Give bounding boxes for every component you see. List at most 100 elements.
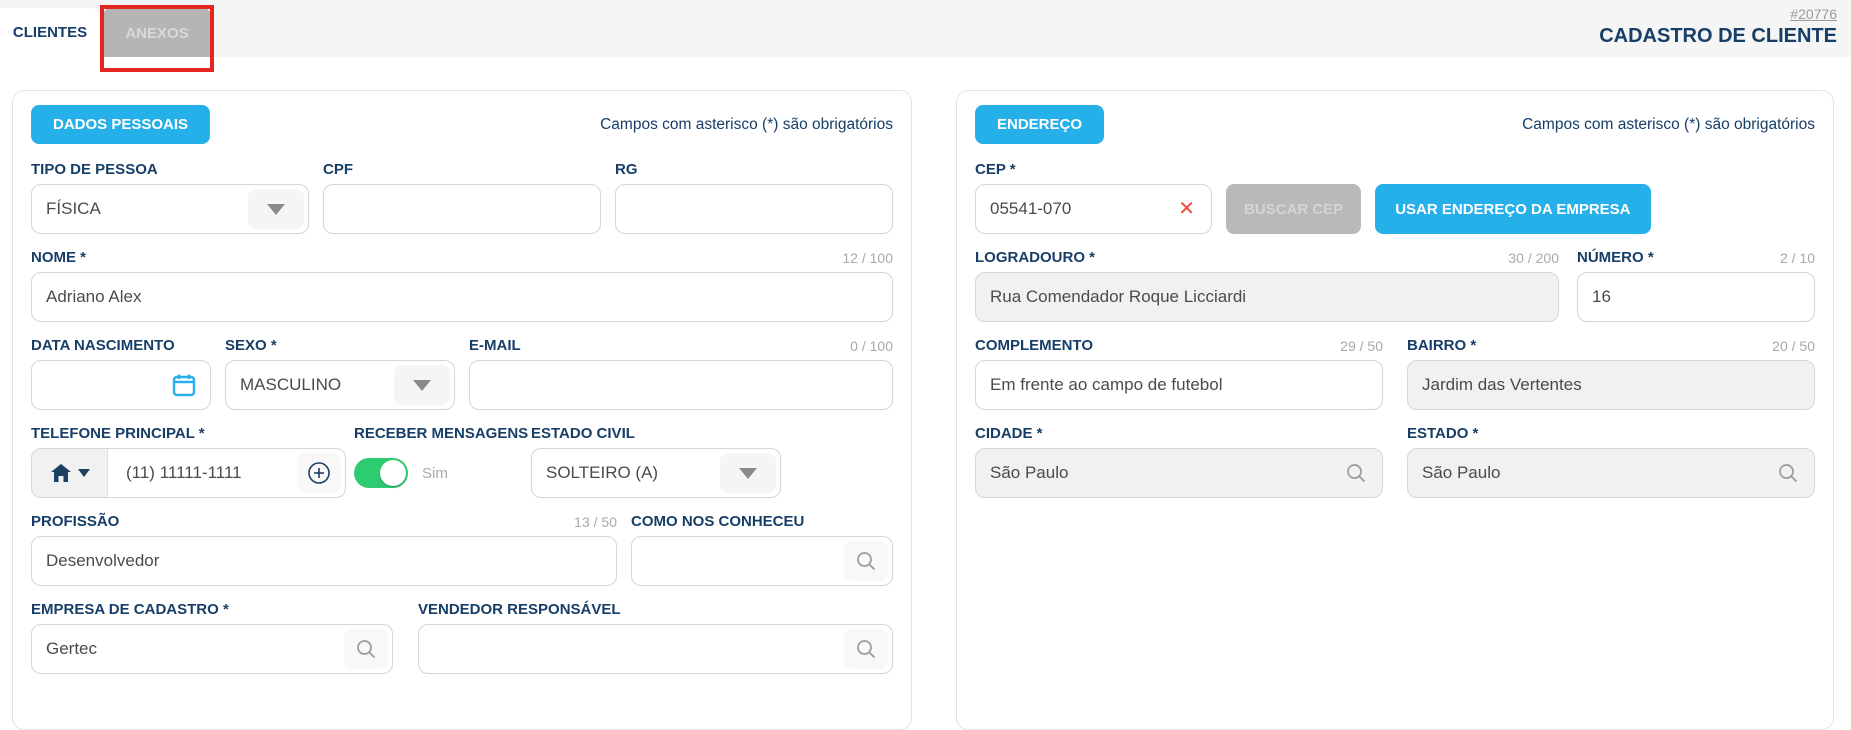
numero-label: NÚMERO * <box>1577 249 1654 266</box>
email-input[interactable] <box>470 361 892 409</box>
complemento-input[interactable] <box>976 361 1382 409</box>
data-nascimento-label: DATA NASCIMENTO <box>31 337 175 354</box>
search-icon <box>854 549 878 573</box>
estado-field[interactable] <box>1407 448 1815 498</box>
complemento-label: COMPLEMENTO <box>975 337 1093 354</box>
add-phone-button[interactable] <box>297 453 341 493</box>
nome-label: NOME * <box>31 249 86 266</box>
cpf-label: CPF <box>323 161 353 178</box>
profissao-input[interactable] <box>32 537 616 585</box>
nome-input[interactable] <box>32 273 892 321</box>
sexo-label: SEXO * <box>225 337 277 354</box>
tipo-de-pessoa-dropdown-button[interactable] <box>248 189 304 229</box>
top-bar: CLIENTES ANEXOS #20776 CADASTRO DE CLIEN… <box>0 0 1851 57</box>
chevron-down-icon <box>267 204 285 215</box>
email-counter: 0 / 100 <box>850 338 893 354</box>
calendar-button[interactable] <box>162 365 206 405</box>
search-icon <box>1776 461 1800 485</box>
estado-civil-label: ESTADO CIVIL <box>531 425 635 442</box>
cpf-field[interactable] <box>323 184 601 234</box>
vendedor-responsavel-field[interactable] <box>418 624 893 674</box>
complemento-counter: 29 / 50 <box>1340 338 1383 354</box>
empresa-de-cadastro-input[interactable] <box>32 625 392 673</box>
toggle-knob <box>380 460 406 486</box>
clear-cep-icon[interactable]: ✕ <box>1178 199 1195 219</box>
data-nascimento-field[interactable] <box>31 360 211 410</box>
cep-field[interactable]: ✕ <box>975 184 1212 234</box>
logradouro-field[interactable] <box>975 272 1559 322</box>
rg-input[interactable] <box>616 185 892 233</box>
tipo-de-pessoa-select[interactable] <box>31 184 309 234</box>
empresa-de-cadastro-label: EMPRESA DE CADASTRO * <box>31 601 229 618</box>
phone-type-dropdown[interactable] <box>32 449 108 497</box>
email-field[interactable] <box>469 360 893 410</box>
como-nos-conheceu-field[interactable] <box>631 536 893 586</box>
complemento-field[interactable] <box>975 360 1383 410</box>
search-icon <box>1344 461 1368 485</box>
search-icon <box>354 637 378 661</box>
profissao-counter: 13 / 50 <box>574 514 617 530</box>
personal-data-panel: DADOS PESSOAIS Campos com asterisco (*) … <box>12 90 912 730</box>
receber-mensagens-label: RECEBER MENSAGENS <box>354 425 528 442</box>
numero-input[interactable] <box>1578 273 1814 321</box>
tab-clientes-label: CLIENTES <box>13 24 87 41</box>
cidade-input[interactable] <box>976 449 1382 497</box>
receber-mensagens-toggle[interactable] <box>354 458 408 488</box>
como-nos-conheceu-search-button[interactable] <box>844 541 888 581</box>
required-note: Campos com asterisco (*) são obrigatório… <box>1522 116 1815 134</box>
header-right: #20776 CADASTRO DE CLIENTE <box>1599 6 1837 48</box>
chevron-down-icon <box>739 468 757 479</box>
cidade-field[interactable] <box>975 448 1383 498</box>
estado-label: ESTADO * <box>1407 425 1478 442</box>
empresa-de-cadastro-field[interactable] <box>31 624 393 674</box>
bairro-label: BAIRRO * <box>1407 337 1476 354</box>
cpf-input[interactable] <box>324 185 600 233</box>
estado-civil-dropdown-button[interactable] <box>720 453 776 493</box>
nome-field[interactable] <box>31 272 893 322</box>
email-label: E-MAIL <box>469 337 521 354</box>
receber-mensagens-state: Sim <box>422 465 448 482</box>
tab-anexos[interactable]: ANEXOS <box>104 9 210 57</box>
tab-anexos-label: ANEXOS <box>125 25 188 42</box>
cep-label: CEP * <box>975 161 1016 178</box>
buscar-cep-button[interactable]: BUSCAR CEP <box>1226 184 1361 234</box>
nome-counter: 12 / 100 <box>842 250 893 266</box>
chevron-down-icon <box>78 469 90 477</box>
required-note: Campos com asterisco (*) são obrigatório… <box>600 116 893 134</box>
bairro-counter: 20 / 50 <box>1772 338 1815 354</box>
tipo-de-pessoa-label: TIPO DE PESSOA <box>31 161 158 178</box>
sexo-select[interactable] <box>225 360 455 410</box>
empresa-search-button[interactable] <box>344 629 388 669</box>
bairro-field[interactable] <box>1407 360 1815 410</box>
sexo-dropdown-button[interactable] <box>394 365 450 405</box>
plus-circle-icon <box>307 461 331 485</box>
record-id-link[interactable]: #20776 <box>1790 6 1837 22</box>
logradouro-input[interactable] <box>976 273 1558 321</box>
cidade-search-button[interactable] <box>1334 453 1378 493</box>
vendedor-responsavel-label: VENDEDOR RESPONSÁVEL <box>418 601 621 618</box>
address-badge: ENDEREÇO <box>975 105 1104 144</box>
estado-input[interactable] <box>1408 449 1814 497</box>
profissao-field[interactable] <box>31 536 617 586</box>
estado-civil-select[interactable] <box>531 448 781 498</box>
telefone-principal-field[interactable]: (11) 11111-1111 <box>31 448 346 498</box>
vendedor-responsavel-input[interactable] <box>419 625 892 673</box>
telefone-principal-label: TELEFONE PRINCIPAL * <box>31 425 205 442</box>
bairro-input[interactable] <box>1408 361 1814 409</box>
personal-data-badge: DADOS PESSOAIS <box>31 105 210 144</box>
tab-clientes[interactable]: CLIENTES <box>0 8 100 57</box>
rg-field[interactable] <box>615 184 893 234</box>
numero-field[interactable] <box>1577 272 1815 322</box>
cep-input[interactable] <box>976 185 1211 233</box>
rg-label: RG <box>615 161 638 178</box>
anexos-highlight-box: ANEXOS <box>100 5 214 72</box>
home-icon <box>50 463 72 483</box>
usar-endereco-empresa-button[interactable]: USAR ENDEREÇO DA EMPRESA <box>1375 184 1650 234</box>
estado-search-button[interactable] <box>1766 453 1810 493</box>
chevron-down-icon <box>413 380 431 391</box>
logradouro-counter: 30 / 200 <box>1508 250 1559 266</box>
page-title: CADASTRO DE CLIENTE <box>1599 25 1837 48</box>
cidade-label: CIDADE * <box>975 425 1043 442</box>
vendedor-search-button[interactable] <box>844 629 888 669</box>
address-panel: ENDEREÇO Campos com asterisco (*) são ob… <box>956 90 1834 730</box>
